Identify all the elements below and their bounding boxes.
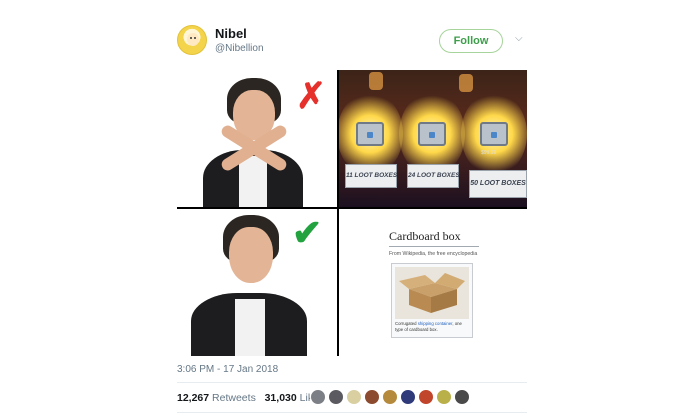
tweet-card: Nibel @Nibellion Follow ⌵ ✗ 11 LOOT BOXE… [160,0,540,420]
liker-avatar[interactable] [310,389,326,405]
cardboard-box-photo [395,267,469,319]
photo-smiling[interactable]: ✔ [177,209,337,356]
retweets-label: Retweets [212,392,256,404]
caption-link[interactable]: shipping container [418,321,453,326]
retweets-count: 12,267 [177,392,210,404]
avatar-face [187,33,199,46]
loot-card: 50 LOOT BOXES [469,170,527,198]
liker-avatar[interactable] [418,389,434,405]
user-handle[interactable]: @Nibellion [215,43,264,54]
infobox-image: Corrugated shipping container, one type … [391,263,473,338]
loot-box-offer[interactable]: $99.99 50 LOOT BOXES [461,86,527,202]
photo-crossed-arms[interactable]: ✗ [177,70,337,207]
loot-box-offer[interactable]: 11 LOOT BOXES [339,86,403,202]
shirt [235,299,265,356]
avatar[interactable] [177,25,207,55]
loot-card-label: 11 LOOT BOXES [346,172,398,179]
article-subtitle: From Wikipedia, the free encyclopedia [389,251,478,257]
liker-avatar[interactable] [346,389,362,405]
avatar-eye [194,37,196,39]
tweet-timestamp[interactable]: 3:06 PM - 17 Jan 2018 [177,364,278,375]
follow-button[interactable]: Follow [439,29,503,53]
head [229,227,273,283]
tweet-media-grid[interactable]: ✗ 11 LOOT BOXES 24 LOOT BOXES $99.99 50 … [177,70,527,356]
retweets-stat[interactable]: 12,267 Retweets [177,392,256,404]
loot-box-offer[interactable]: 24 LOOT BOXES [399,86,465,202]
liker-avatar[interactable] [382,389,398,405]
likes-count: 31,030 [264,392,297,404]
photo-loot-boxes[interactable]: 11 LOOT BOXES 24 LOOT BOXES $99.99 50 LO… [339,70,527,207]
liker-avatar[interactable] [400,389,416,405]
x-mark-icon: ✗ [296,75,327,116]
loot-card: 24 LOOT BOXES [407,164,460,188]
tweet-stats: 12,267 Retweets 31,030 Likes [177,392,324,404]
cardboard-box-icon [399,273,465,313]
divider [177,382,527,383]
loot-card-label: 50 LOOT BOXES [470,180,526,187]
liker-avatar[interactable] [364,389,380,405]
loot-card: 11 LOOT BOXES [345,164,397,188]
liker-avatar[interactable] [328,389,344,405]
avatar-eye [190,37,192,39]
check-mark-icon: ✔ [292,212,323,253]
image-caption: Corrugated shipping container, one type … [395,321,469,332]
chest-icon [356,122,384,146]
shirt [239,156,267,207]
title-divider [389,246,479,247]
caption-text: Corrugated [395,321,418,326]
chest-icon [480,122,508,146]
price-tag: $99.99 [481,150,497,156]
photo-cardboard-box-article[interactable]: Cardboard box From Wikipedia, the free e… [339,209,527,356]
chest-icon [418,122,446,146]
chevron-down-icon[interactable]: ⌵ [515,33,523,44]
divider [177,412,527,413]
liker-avatar[interactable] [454,389,470,405]
article-title: Cardboard box [389,229,461,243]
liker-avatar[interactable] [436,389,452,405]
display-name[interactable]: Nibel [215,26,247,41]
loot-card-label: 24 LOOT BOXES [408,172,460,179]
